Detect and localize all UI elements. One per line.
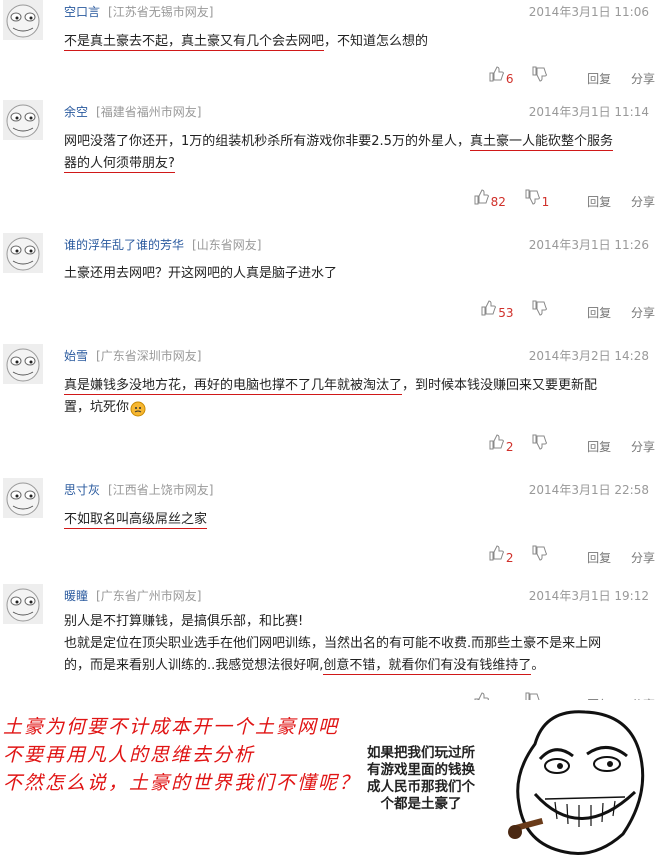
upvote-count[interactable]: 53 <box>498 306 513 320</box>
comment-actions: 2 回复 分享 <box>488 434 655 455</box>
reply-button[interactable]: 回复 <box>587 304 611 321</box>
comment-actions: 6 回复 分享 <box>488 66 655 87</box>
highlighted-text: 不是真土豪去不起，真土豪又有几个会去网吧 <box>64 34 325 51</box>
comment-text: 别人是不打算赚钱，是搞俱乐部，和比赛! 也就是定位在顶尖职业选手在他们网吧训练，… <box>64 614 602 675</box>
highlighted-text: 创意不错，就看你们有没有钱维持了 <box>323 658 532 675</box>
upvote-count[interactable]: 2 <box>506 440 514 454</box>
handwriting-line: 不然怎么说，土豪的世界我们不懂呢？ <box>3 772 361 794</box>
share-button[interactable]: 分享 <box>631 193 655 210</box>
username[interactable]: 空口言 <box>64 5 100 19</box>
thumbs-down-icon[interactable] <box>531 434 548 450</box>
comment-text: 真是嫌钱多没地方花，再好的电脑也撑不了几年就被淘汰了，到时候本钱没赚回来又要更新… <box>64 378 598 416</box>
avatar-icon[interactable] <box>3 478 43 518</box>
thumbs-up-icon[interactable] <box>488 434 504 450</box>
user-location: [山东省网友] <box>192 238 262 252</box>
share-button[interactable]: 分享 <box>631 549 655 566</box>
timestamp: 2014年3月1日 19:12 <box>528 589 649 603</box>
avatar-icon[interactable] <box>3 584 43 624</box>
comment-actions: 53 回复 分享 <box>480 300 655 321</box>
reply-button[interactable]: 回复 <box>587 438 611 455</box>
highlighted-text: 真是嫌钱多没地方花，再好的电脑也撑不了几年就被淘汰了 <box>64 378 403 395</box>
share-button[interactable]: 分享 <box>631 304 655 321</box>
thumbs-down-icon[interactable] <box>531 66 548 82</box>
user-location: [广东省广州市网友] <box>96 589 202 603</box>
thumbs-up-icon[interactable] <box>480 300 497 316</box>
username[interactable]: 谁的浮年乱了谁的芳华 <box>64 238 184 252</box>
handwriting-line: 不要再用凡人的思维去分析 <box>3 744 256 766</box>
comment-actions: 82 1 回复 分享 <box>473 189 655 210</box>
comment-text: 网吧没落了你还开，1万的组装机秒杀所有游戏你非要2.5万的外星人，真土豪一人能砍… <box>64 134 613 173</box>
comment-text: 不是真土豪去不起，真土豪又有几个会去网吧，不知道怎么想的 <box>64 34 429 51</box>
downvote-count[interactable]: 1 <box>542 195 550 209</box>
user-location: [广东省深圳市网友] <box>96 349 202 363</box>
username[interactable]: 暖瞳 <box>64 589 88 603</box>
emoji-icon <box>130 401 146 416</box>
timestamp: 2014年3月1日 11:26 <box>528 238 649 252</box>
trollface-image <box>508 710 645 856</box>
avatar-icon[interactable] <box>3 100 43 140</box>
thumbs-up-icon[interactable] <box>488 545 504 561</box>
thumbs-up-icon[interactable] <box>488 66 504 82</box>
highlighted-text: 器的人何须带朋友? <box>64 156 175 173</box>
thumbs-up-icon[interactable] <box>473 189 489 205</box>
timestamp: 2014年3月1日 11:14 <box>528 105 649 119</box>
thumbs-down-icon[interactable] <box>524 189 540 205</box>
share-button[interactable]: 分享 <box>631 438 655 455</box>
comment-text: 不如取名叫高级屌丝之家 <box>64 509 650 531</box>
username[interactable]: 思寸灰 <box>64 483 100 497</box>
reply-button[interactable]: 回复 <box>587 549 611 566</box>
user-location: [江西省上饶市网友] <box>108 483 214 497</box>
timestamp: 2014年3月1日 11:06 <box>528 5 649 19</box>
handwriting-line: 土豪为何要不计成本开一个土豪网吧 <box>3 716 340 738</box>
reply-button[interactable]: 回复 <box>587 193 611 210</box>
timestamp: 2014年3月1日 22:58 <box>528 483 649 497</box>
username[interactable]: 余空 <box>64 105 88 119</box>
share-button[interactable]: 分享 <box>631 70 655 87</box>
upvote-count[interactable]: 82 <box>491 195 506 209</box>
upvote-count[interactable]: 6 <box>506 72 514 86</box>
avatar-icon[interactable] <box>3 344 43 384</box>
user-location: [江苏省无锡市网友] <box>108 5 214 19</box>
thumbs-down-icon[interactable] <box>531 300 548 316</box>
highlighted-text: 不如取名叫高级屌丝之家 <box>64 512 208 529</box>
reply-button[interactable]: 回复 <box>587 70 611 87</box>
username[interactable]: 始雪 <box>64 349 88 363</box>
upvote-count[interactable]: 2 <box>506 551 514 565</box>
avatar-icon[interactable] <box>3 233 43 273</box>
meme-caption: 如果把我们玩过所有游戏里面的钱换成人民币那我们个个都是土豪了 <box>367 745 475 812</box>
timestamp: 2014年3月2日 14:28 <box>528 349 649 363</box>
comment-text: 土豪还用去网吧？开这网吧的人真是脑子进水了 <box>64 266 338 281</box>
avatar-icon[interactable] <box>3 0 43 40</box>
thumbs-down-icon[interactable] <box>531 545 548 561</box>
highlighted-text: 真土豪一人能砍整个服务 <box>469 134 613 151</box>
comment-actions: 2 回复 分享 <box>488 545 655 566</box>
user-location: [福建省福州市网友] <box>96 105 202 119</box>
